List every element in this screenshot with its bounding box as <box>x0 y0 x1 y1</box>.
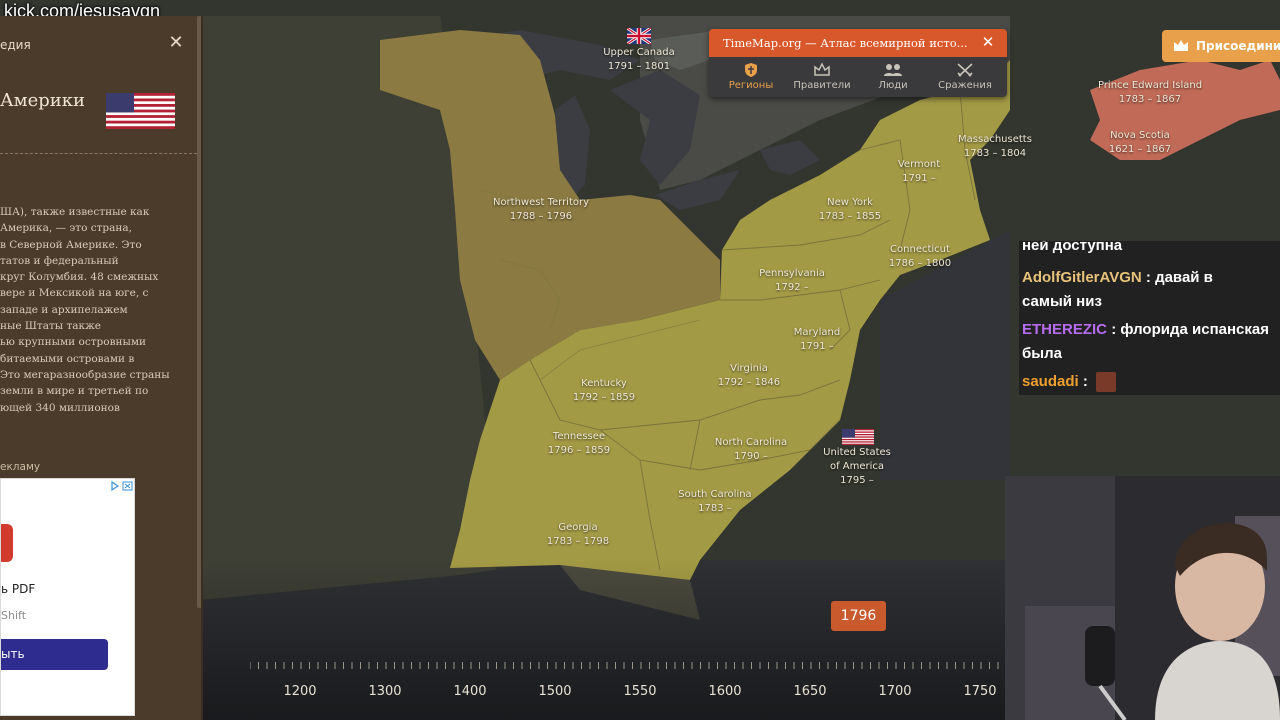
chat-username[interactable]: AdolfGitlerAVGN <box>1022 269 1142 286</box>
map-label-tennessee[interactable]: Tennessee 1796 – 1859 <box>548 430 610 458</box>
wiki-panel-title: едия <box>0 38 31 52</box>
tab-battles[interactable]: Сражения <box>929 60 1001 94</box>
pdf-icon <box>1 524 13 562</box>
ad-subtitle: Shift <box>1 609 27 622</box>
timeline-tick-label[interactable]: 1700 <box>878 684 911 699</box>
timemap-popup: TimeMap.org — Атлас всемирной исто... ✕ … <box>709 29 1007 97</box>
map-label-usa[interactable]: United States of America 1795 – <box>823 446 891 488</box>
divider <box>0 153 197 154</box>
chat-text: : <box>1082 373 1088 390</box>
chat-message: AdolfGitlerAVGN : давай в <box>1022 266 1213 289</box>
ad-label[interactable]: екламу <box>0 461 40 473</box>
ad-open-button[interactable]: ыть <box>1 639 108 670</box>
ad-choices-icon[interactable] <box>108 480 134 492</box>
timeline-tick-label[interactable]: 1400 <box>453 684 486 699</box>
chat-text: самый низ <box>1022 293 1102 310</box>
timeline-tick-label[interactable]: 1650 <box>793 684 826 699</box>
map-label-pennsylvania[interactable]: Pennsylvania 1792 – <box>759 267 825 295</box>
chat-text: : флорида испанская <box>1111 321 1269 338</box>
map-label-prince-edward-island[interactable]: Prince Edward Island 1783 – 1867 <box>1098 79 1202 107</box>
chat-username[interactable]: ETHEREZIC <box>1022 321 1107 338</box>
join-button[interactable]: Присоединий <box>1162 30 1280 62</box>
us-flag-icon <box>106 93 175 129</box>
timeline-tick-label[interactable]: 1600 <box>708 684 741 699</box>
wiki-heading: Америки <box>0 90 86 111</box>
scrollbar[interactable] <box>197 16 201 608</box>
screen: Upper Canada 1791 – 1801 Northwest Territ… <box>0 0 1280 720</box>
shield-icon <box>745 63 757 77</box>
map-label-south-carolina[interactable]: South Carolina 1783 – <box>678 488 751 516</box>
us-flag-icon <box>842 429 874 445</box>
tab-regions[interactable]: Регионы <box>715 60 787 94</box>
crossed-swords-icon <box>957 63 973 77</box>
timeline-tick-label[interactable]: 1500 <box>538 684 571 699</box>
join-button-label: Присоединий <box>1196 39 1280 53</box>
people-icon <box>884 64 902 76</box>
wiki-article-text: ША), также известные как Америка, — это … <box>0 206 170 414</box>
timeline-tick-label[interactable]: 1300 <box>368 684 401 699</box>
timeline-ticks[interactable] <box>249 645 1005 685</box>
chat-partial-message: ней доступна <box>1022 241 1123 254</box>
webcam-feed <box>1005 476 1280 720</box>
close-icon[interactable]: ✕ <box>979 33 997 51</box>
map-label-kentucky[interactable]: Kentucky 1792 – 1859 <box>573 377 635 405</box>
map-label-connecticut[interactable]: Connecticut 1786 – 1800 <box>889 243 951 271</box>
ad-block[interactable]: ь PDF Shift ыть <box>0 478 135 716</box>
tab-rulers[interactable]: Правители <box>786 60 858 94</box>
chat-username[interactable]: saudadi <box>1022 373 1079 390</box>
chat-overlay: ней доступна AdolfGitlerAVGN : давай в с… <box>1019 241 1280 395</box>
map-label-northwest-territory[interactable]: Northwest Territory 1788 – 1796 <box>493 196 589 224</box>
map-label-georgia[interactable]: Georgia 1783 – 1798 <box>547 521 609 549</box>
map-label-massachusetts[interactable]: Massachusetts 1783 – 1804 <box>958 133 1032 161</box>
year-badge[interactable]: 1796 <box>831 601 886 631</box>
timeline-tick-label[interactable]: 1550 <box>623 684 656 699</box>
map-label-nova-scotia[interactable]: Nova Scotia 1621 – 1867 <box>1109 129 1171 157</box>
map-label-upper-canada[interactable]: Upper Canada 1791 – 1801 <box>603 46 675 74</box>
chat-message: saudadi : <box>1022 370 1117 393</box>
map-label-new-york[interactable]: New York 1783 – 1855 <box>819 196 881 224</box>
popup-header: TimeMap.org — Атлас всемирной исто... ✕ <box>709 29 1007 57</box>
crown-icon <box>814 62 830 76</box>
uk-flag-icon <box>627 28 651 44</box>
map-label-virginia[interactable]: Virginia 1792 – 1846 <box>718 362 780 390</box>
ad-title: ь PDF <box>1 582 36 596</box>
map-label-north-carolina[interactable]: North Carolina 1790 – <box>715 436 787 464</box>
popup-title: TimeMap.org — Атлас всемирной исто... <box>723 36 968 50</box>
close-icon[interactable]: ✕ <box>167 34 185 52</box>
emote-icon <box>1096 372 1117 393</box>
timeline-tick-label[interactable]: 1200 <box>283 684 316 699</box>
wiki-panel: едия ✕ Америки ША), также известные как … <box>0 16 203 720</box>
map-label-maryland[interactable]: Maryland 1791 – <box>794 326 840 354</box>
map-label-vermont[interactable]: Vermont 1791 – <box>898 158 940 186</box>
crown-icon <box>1174 40 1188 51</box>
tab-people[interactable]: Люди <box>857 60 929 94</box>
chat-message: ETHEREZIC : флорида испанская <box>1022 318 1269 341</box>
chat-text: была <box>1022 345 1062 362</box>
timeline-tick-label[interactable]: 1750 <box>963 684 996 699</box>
chat-text: : давай в <box>1145 269 1213 286</box>
timeline[interactable]: 1200 1300 1400 1500 1550 1600 1650 1700 … <box>249 645 1005 720</box>
